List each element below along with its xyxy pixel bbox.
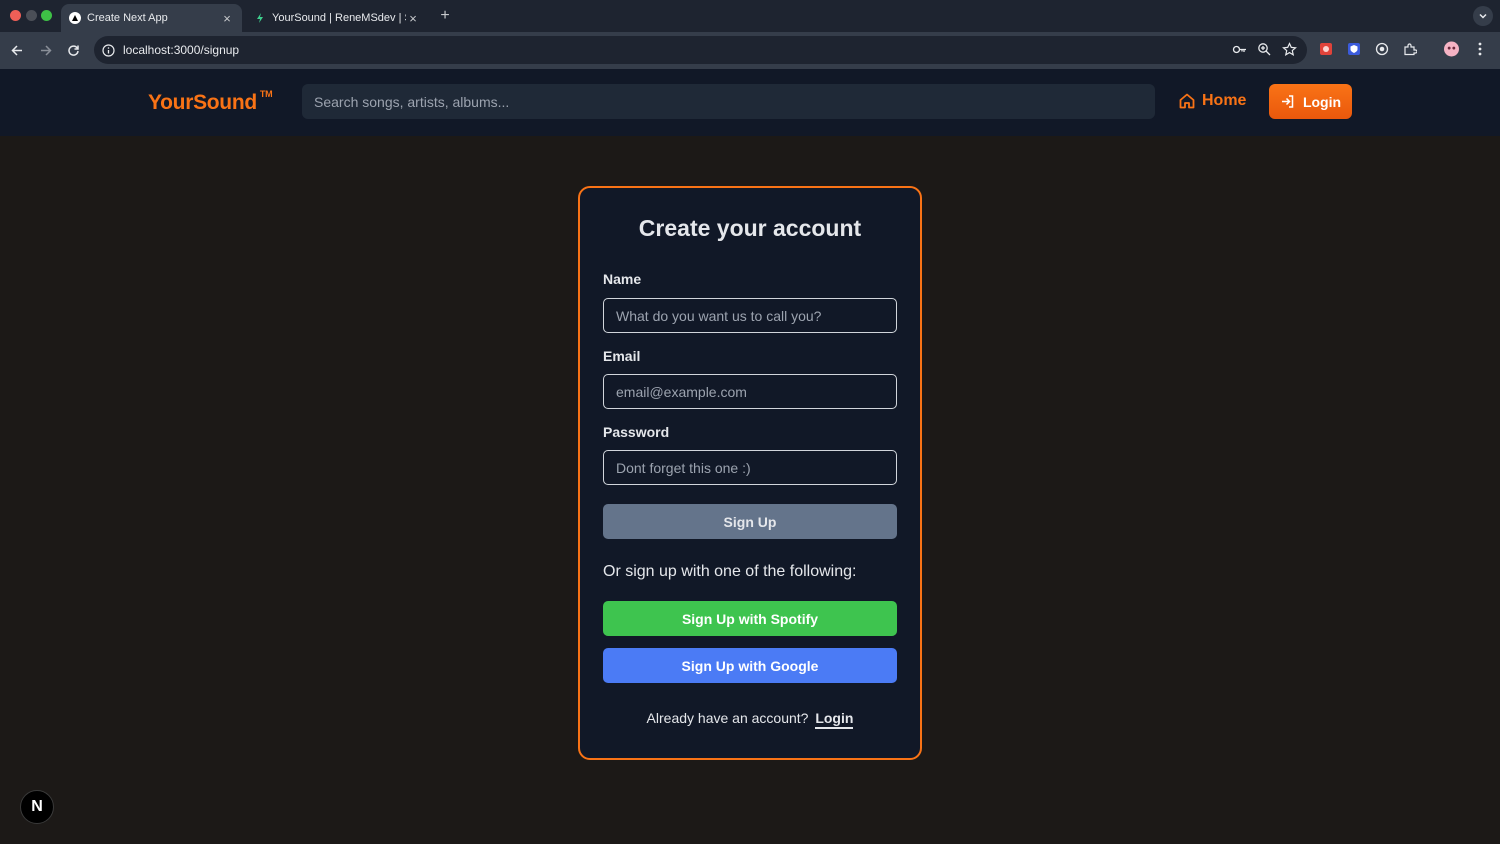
password-key-icon[interactable] (1232, 42, 1247, 57)
bookmark-star-icon[interactable] (1282, 42, 1297, 57)
spotify-signup-button[interactable]: Sign Up with Spotify (603, 601, 897, 636)
profile-avatar-icon[interactable] (1444, 41, 1459, 56)
browser-tab-yoursound[interactable]: YourSound | ReneMSdev | Su × (246, 4, 428, 32)
window-maximize-button[interactable] (41, 10, 52, 21)
name-field[interactable] (603, 298, 897, 333)
window-minimize-button[interactable] (26, 10, 37, 21)
login-label: Login (1302, 93, 1342, 110)
browser-tab-bar: Create Next App × YourSound | ReneMSdev … (0, 0, 1500, 32)
tab-close-icon[interactable]: × (406, 11, 420, 26)
browser-menu-icon[interactable] (1472, 41, 1487, 56)
back-button[interactable] (7, 40, 27, 60)
zoom-icon[interactable] (1257, 42, 1272, 57)
password-field[interactable] (603, 450, 897, 485)
extension-shield-icon[interactable] (1346, 41, 1361, 56)
reload-button[interactable] (63, 40, 83, 60)
browser-toolbar: localhost:3000/signup (0, 32, 1500, 69)
extension-circle-icon[interactable] (1374, 41, 1389, 56)
extension-red-icon[interactable] (1318, 41, 1333, 56)
email-field[interactable] (603, 374, 897, 409)
new-tab-button[interactable]: + (436, 6, 454, 26)
forward-button[interactable] (35, 40, 55, 60)
email-label: Email (603, 348, 641, 364)
trademark: TM (259, 89, 273, 99)
password-label: Password (603, 424, 670, 440)
url-text: localhost:3000/signup (123, 43, 240, 57)
extensions-puzzle-icon[interactable] (1402, 41, 1417, 56)
login-prompt-text: Already have an account? (646, 710, 809, 726)
address-bar[interactable]: localhost:3000/signup (94, 36, 1307, 64)
reload-icon (67, 44, 79, 56)
page-title: Create your account (638, 215, 862, 241)
nextjs-dev-badge[interactable]: N (20, 790, 54, 824)
login-icon (1281, 95, 1294, 108)
arrow-right-icon (40, 44, 52, 56)
alt-signup-text: Or sign up with one of the following: (603, 563, 857, 580)
name-label: Name (603, 271, 642, 287)
tab-title: Create Next App (87, 12, 168, 24)
window-close-button[interactable] (10, 10, 21, 21)
header-login-button[interactable]: Login (1269, 84, 1352, 119)
yoursound-logo[interactable]: YourSound TM (148, 89, 273, 115)
home-link[interactable]: Home (1178, 92, 1246, 110)
chevron-down-icon (1479, 13, 1487, 19)
bolt-favicon-icon (254, 12, 266, 24)
login-link[interactable]: Login (815, 710, 854, 729)
home-label: Home (1202, 92, 1247, 109)
home-icon (1179, 93, 1195, 109)
arrow-left-icon (10, 44, 22, 56)
google-signup-button[interactable]: Sign Up with Google (603, 648, 897, 683)
app-header: YourSoundTM Home Login (0, 69, 1500, 136)
search-input[interactable] (302, 84, 1155, 119)
signup-card: Create your account Name Email Password … (578, 186, 922, 760)
site-info-icon[interactable] (101, 43, 115, 57)
tab-search-button[interactable] (1473, 6, 1493, 26)
login-prompt: Already have an account? Login (580, 710, 920, 729)
logo-text: YourSound (148, 91, 257, 114)
signup-button[interactable]: Sign Up (603, 504, 897, 539)
tab-title: YourSound | ReneMSdev | Su (272, 12, 406, 24)
nextjs-favicon-icon (69, 12, 81, 24)
browser-tab-create-next-app[interactable]: Create Next App × (61, 4, 242, 32)
tab-close-icon[interactable]: × (220, 11, 234, 26)
